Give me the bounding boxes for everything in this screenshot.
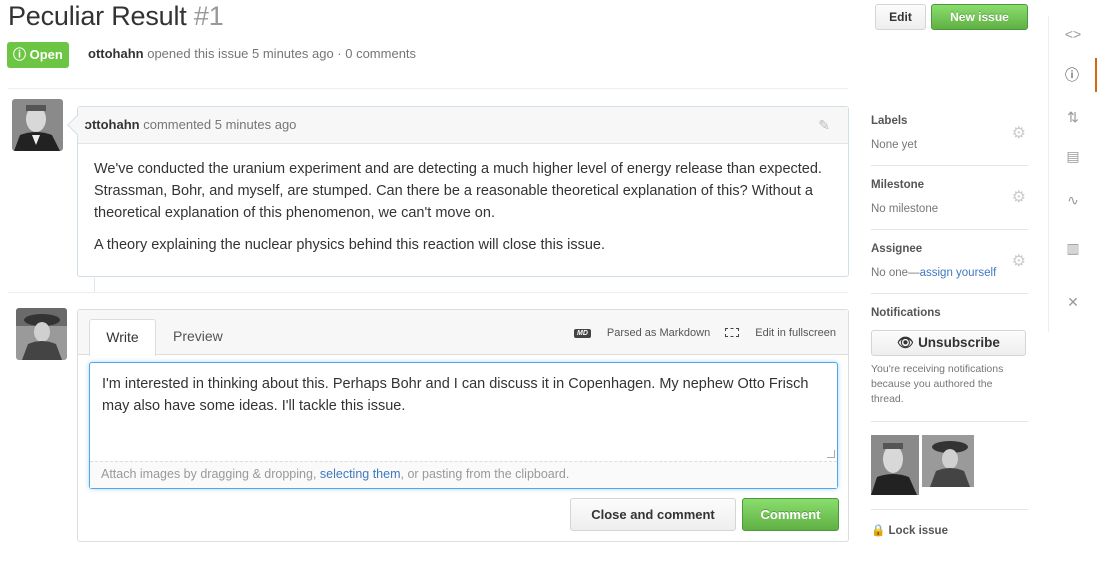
notifications-heading: Notifications bbox=[871, 307, 941, 319]
labels-value: None yet bbox=[871, 139, 918, 151]
attach-prefix: Attach images by dragging & dropping, bbox=[101, 467, 320, 481]
notifications-note: You're receiving notifications because y… bbox=[871, 363, 1004, 405]
participant-avatar[interactable] bbox=[922, 435, 974, 487]
fullscreen-link[interactable]: Edit in fullscreen bbox=[725, 327, 836, 339]
notifications-section: Notifications 👁 Unsubscribe You're recei… bbox=[871, 307, 1028, 422]
participant-avatar[interactable] bbox=[871, 435, 919, 495]
markdown-note: Parsed as Markdown bbox=[606, 327, 711, 339]
comment-textarea[interactable]: I'm interested in thinking about this. P… bbox=[89, 362, 838, 489]
assignee-none: No one— bbox=[871, 267, 920, 279]
avatar[interactable] bbox=[12, 99, 63, 151]
tab-preview[interactable]: Preview bbox=[173, 319, 223, 355]
comment-header: ottohahn commented 5 minutes ago bbox=[78, 107, 848, 144]
editor-tools: MD Parsed as Markdown Edit in fullscreen bbox=[562, 327, 836, 339]
issue-meta-text: opened this issue 5 minutes ago · 0 comm… bbox=[147, 46, 417, 61]
tab-write[interactable]: Write bbox=[89, 319, 156, 356]
close-and-comment-button[interactable]: Close and comment bbox=[570, 498, 736, 531]
fullscreen-icon bbox=[725, 328, 740, 337]
assignee-heading: Assignee bbox=[871, 243, 923, 255]
status-badge: ⓘ Open bbox=[7, 42, 69, 68]
markdown-icon: MD bbox=[574, 329, 591, 338]
milestone-heading: Milestone bbox=[871, 179, 925, 191]
header-divider bbox=[8, 88, 848, 89]
comment-paragraph: We've conducted the uranium experiment a… bbox=[94, 161, 822, 221]
pull-requests-icon[interactable]: ⇅ bbox=[1049, 100, 1097, 134]
pulse-icon[interactable]: ∿ bbox=[1049, 183, 1097, 217]
comment-tabs: Write Preview MD Parsed as Markdown Edit … bbox=[78, 310, 848, 356]
new-comment-form: Write Preview MD Parsed as Markdown Edit … bbox=[77, 309, 849, 542]
fullscreen-label: Edit in fullscreen bbox=[755, 327, 836, 339]
new-issue-button[interactable]: New issue bbox=[931, 4, 1028, 30]
attach-dropzone[interactable]: Attach images by dragging & dropping, se… bbox=[90, 461, 837, 488]
lock-icon: 🔒 bbox=[871, 525, 886, 537]
issue-title: Peculiar Result bbox=[8, 1, 187, 31]
edit-button[interactable]: Edit bbox=[875, 4, 926, 30]
timeline-divider bbox=[8, 292, 848, 293]
select-files-link[interactable]: selecting them bbox=[320, 467, 401, 481]
unsubscribe-label: Unsubscribe bbox=[918, 335, 1000, 350]
comment-paragraph: A theory explaining the nuclear physics … bbox=[94, 237, 605, 253]
graphs-icon[interactable]: ▥ bbox=[1049, 231, 1097, 265]
issue-author-link[interactable]: ottohahn bbox=[88, 46, 144, 61]
wiki-icon[interactable]: ▤ bbox=[1049, 139, 1097, 173]
assign-yourself-link[interactable]: assign yourself bbox=[920, 267, 997, 279]
assignee-section: Assignee ⚙ No one—assign yourself bbox=[871, 243, 1028, 294]
milestone-section: Milestone ⚙ No milestone bbox=[871, 179, 1028, 230]
markdown-help[interactable]: MD Parsed as Markdown bbox=[574, 327, 710, 339]
gear-icon[interactable]: ⚙ bbox=[1012, 187, 1026, 207]
labels-section: Labels ⚙ None yet bbox=[871, 115, 1028, 166]
comment-button[interactable]: Comment bbox=[742, 498, 839, 531]
issue-number: #1 bbox=[193, 1, 224, 31]
avatar[interactable] bbox=[16, 308, 67, 360]
assignee-value: No one—assign yourself bbox=[871, 267, 1028, 279]
comment-body: We've conducted the uranium experiment a… bbox=[78, 144, 848, 280]
issue-sidebar: Labels ⚙ None yet Milestone ⚙ No milesto… bbox=[871, 105, 1028, 537]
participants-section bbox=[871, 435, 1028, 510]
issue-comment: ottohahn commented 5 minutes ago ✎ We've… bbox=[67, 106, 849, 280]
gear-icon[interactable]: ⚙ bbox=[1012, 251, 1026, 271]
comment-textarea-value[interactable]: I'm interested in thinking about this. P… bbox=[90, 363, 837, 461]
page-title: Peculiar Result #1 bbox=[8, 1, 224, 32]
repo-nav-rail: <> ⓘ ⇅ ▤ ∿ ▥ ✕ bbox=[1048, 16, 1097, 332]
gear-icon[interactable]: ⚙ bbox=[1012, 123, 1026, 143]
lock-label: Lock issue bbox=[888, 525, 948, 537]
settings-icon[interactable]: ✕ bbox=[1049, 285, 1097, 319]
milestone-value: No milestone bbox=[871, 203, 939, 215]
resize-handle[interactable] bbox=[827, 450, 835, 458]
issue-meta: ottohahn opened this issue 5 minutes ago… bbox=[88, 46, 416, 61]
labels-heading: Labels bbox=[871, 115, 908, 127]
code-icon[interactable]: <> bbox=[1049, 17, 1097, 51]
timeline-line bbox=[94, 278, 95, 292]
issue-opened-icon: ⓘ bbox=[13, 47, 30, 62]
comment-time: commented 5 minutes ago bbox=[143, 117, 297, 132]
participants-list bbox=[871, 435, 1028, 495]
lock-issue-link[interactable]: 🔒 Lock issue bbox=[871, 523, 1028, 537]
pencil-icon[interactable]: ✎ bbox=[818, 117, 830, 134]
comment-author-link[interactable]: ottohahn bbox=[84, 117, 140, 132]
issues-icon[interactable]: ⓘ bbox=[1049, 58, 1097, 92]
eye-icon: 👁 bbox=[897, 335, 915, 350]
attach-suffix: , or pasting from the clipboard. bbox=[400, 467, 570, 481]
unsubscribe-button[interactable]: 👁 Unsubscribe bbox=[871, 330, 1026, 356]
